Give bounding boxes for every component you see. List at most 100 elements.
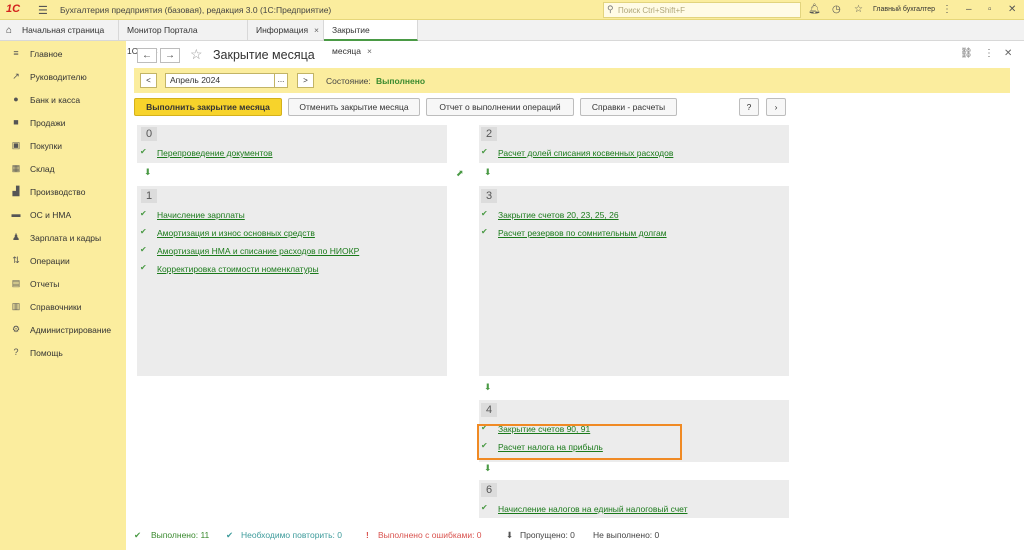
step-number: 2 <box>481 127 497 141</box>
operation-link[interactable]: Расчет долей списания косвенных расходов <box>498 148 673 158</box>
error-icon: ! <box>366 530 369 540</box>
close-tab-icon[interactable]: × <box>314 25 319 35</box>
report-icon: ▤ <box>11 278 21 288</box>
operation-link[interactable]: Начисление зарплаты <box>157 210 245 220</box>
chart-icon: ↗ <box>12 71 20 81</box>
operation-link[interactable]: Начисление налогов на единый налоговый с… <box>498 504 688 514</box>
close-form-icon[interactable]: ✕ <box>1004 48 1012 59</box>
sidebar-item-directories[interactable]: ▥ Справочники <box>0 299 126 315</box>
app-title: Бухгалтерия предприятия (базовая), редак… <box>60 5 332 15</box>
sidebar-item-label: Склад <box>30 164 55 174</box>
sidebar-item-label: Зарплата и кадры <box>30 233 102 243</box>
tab-info[interactable]: Информация × <box>248 20 324 41</box>
repeat-count[interactable]: Необходимо повторить: 0 <box>241 530 342 540</box>
sidebar-item-main[interactable]: ≡ Главное <box>0 46 126 62</box>
sidebar-item-manager[interactable]: ↗ Руководителю <box>0 69 126 85</box>
tab-portal-monitor[interactable]: Монитор Портала 1С:ИТС× <box>119 20 248 56</box>
minimize-icon[interactable]: – <box>966 4 972 15</box>
close-tab-icon[interactable]: × <box>367 46 372 56</box>
sidebar-item-label: Продажи <box>30 118 66 128</box>
title-bar: 1С ☰ Бухгалтерия предприятия (базовая), … <box>0 0 1024 20</box>
step-number: 1 <box>141 189 157 203</box>
sidebar-item-admin[interactable]: ⚙ Администрирование <box>0 322 126 338</box>
operation-link[interactable]: Корректировка стоимости номенклатуры <box>157 264 319 274</box>
more-icon[interactable]: ⋮ <box>942 4 952 15</box>
more-actions-icon[interactable]: ⋮ <box>984 48 994 59</box>
more-button[interactable]: › <box>766 98 786 116</box>
bag-icon: ■ <box>13 117 19 127</box>
period-select-button[interactable]: ... <box>274 73 288 88</box>
sidebar-item-reports[interactable]: ▤ Отчеты <box>0 276 126 292</box>
favorite-star-icon[interactable]: ☆ <box>190 46 203 63</box>
arrow-down-icon: ⬇ <box>144 167 152 177</box>
sidebar-item-label: Операции <box>30 256 70 266</box>
repeat-check-icon: ✔ <box>226 530 234 540</box>
step-number: 3 <box>481 189 497 203</box>
sidebar-item-label: Справочники <box>30 302 82 312</box>
not-done-count[interactable]: Не выполнено: 0 <box>593 530 659 540</box>
sidebar-item-salary[interactable]: ♟ Зарплата и кадры <box>0 230 126 246</box>
truck-icon: ▬ <box>11 209 21 219</box>
hamburger-icon[interactable]: ☰ <box>38 4 48 17</box>
search-input[interactable]: ⚲ Поиск Ctrl+Shift+F <box>603 2 801 18</box>
book-icon: ▥ <box>11 301 21 311</box>
error-count[interactable]: Выполнено с ошибками: 0 <box>378 530 482 540</box>
sidebar-item-label: Производство <box>30 187 86 197</box>
arrow-diagonal-icon: ⬈ <box>456 168 464 178</box>
operation-link[interactable]: Перепроведение документов <box>157 148 273 158</box>
cart-icon: ▣ <box>11 140 21 150</box>
sidebar-item-purchases[interactable]: ▣ Покупки <box>0 138 126 154</box>
help-button[interactable]: ? <box>739 98 759 116</box>
report-button[interactable]: Отчет о выполнении операций <box>426 98 574 116</box>
sidebar-item-label: Главное <box>30 49 63 59</box>
favorites-star-icon[interactable]: ☆ <box>854 4 863 15</box>
search-placeholder: Поиск Ctrl+Shift+F <box>618 6 686 15</box>
forward-button[interactable]: → <box>160 48 180 63</box>
link-icon[interactable]: ⛓ <box>960 48 973 59</box>
sidebar-item-sales[interactable]: ■ Продажи <box>0 115 126 131</box>
period-input[interactable]: Апрель 2024 <box>165 73 275 88</box>
tab-home[interactable]: ⌂ Начальная страница <box>0 20 119 41</box>
bell-icon[interactable]: 🔔︎ <box>808 4 821 15</box>
search-icon: ⚲ <box>607 4 614 14</box>
back-button[interactable]: ← <box>137 48 157 63</box>
sidebar-item-bank[interactable]: ● Банк и касса <box>0 92 126 108</box>
operations-icon: ⇅ <box>12 255 20 265</box>
skipped-count[interactable]: Пропущено: 0 <box>520 530 575 540</box>
check-icon: ✔ <box>481 503 488 512</box>
close-icon[interactable]: ✕ <box>1008 4 1016 15</box>
operation-link[interactable]: Расчет резервов по сомнительным долгам <box>498 228 667 238</box>
check-icon: ✔ <box>481 147 488 156</box>
operation-link[interactable]: Амортизация и износ основных средств <box>157 228 315 238</box>
sidebar-item-production[interactable]: ▟ Производство <box>0 184 126 200</box>
check-icon: ✔ <box>140 209 147 218</box>
prev-period-button[interactable]: < <box>140 73 157 88</box>
app-logo: 1С <box>6 3 21 15</box>
maximize-icon[interactable]: ▫ <box>988 4 992 15</box>
cancel-closing-button[interactable]: Отменить закрытие месяца <box>288 98 420 116</box>
sidebar-item-fixed-assets[interactable]: ▬ ОС и НМА <box>0 207 126 223</box>
page-title: Закрытие месяца <box>213 48 315 62</box>
done-count[interactable]: Выполнено: 11 <box>151 530 209 540</box>
operation-link[interactable]: Амортизация НМА и списание расходов по Н… <box>157 246 359 256</box>
person-icon: ♟ <box>11 232 21 242</box>
sidebar-item-label: Покупки <box>30 141 62 151</box>
tab-month-closing[interactable]: Закрытие месяца × <box>324 20 418 56</box>
sidebar-item-help[interactable]: ? Помощь <box>0 345 126 361</box>
sidebar-item-label: Руководителю <box>30 72 87 82</box>
operation-link[interactable]: Закрытие счетов 20, 23, 25, 26 <box>498 210 619 220</box>
tab-label: Закрытие месяца <box>332 25 370 56</box>
user-name[interactable]: Главный бухгалтер <box>873 6 935 13</box>
help-icon: ? <box>13 347 19 357</box>
run-closing-button[interactable]: Выполнить закрытие месяца <box>134 98 282 116</box>
sidebar-item-warehouse[interactable]: ▦ Склад <box>0 161 126 177</box>
tab-label: Информация <box>256 25 309 35</box>
arrow-down-icon: ⬇ <box>484 167 492 177</box>
next-period-button[interactable]: > <box>297 73 314 88</box>
tab-label: Начальная страница <box>22 25 105 35</box>
sidebar-item-operations[interactable]: ⇅ Операции <box>0 253 126 269</box>
sidebar-item-label: Администрирование <box>30 325 112 335</box>
references-button[interactable]: Справки - расчеты <box>580 98 677 116</box>
menu-icon: ≡ <box>13 48 19 58</box>
history-icon[interactable]: ◷ <box>832 4 841 15</box>
